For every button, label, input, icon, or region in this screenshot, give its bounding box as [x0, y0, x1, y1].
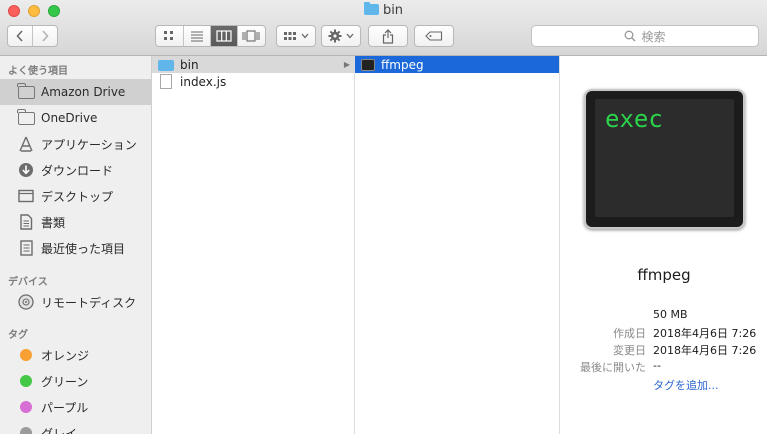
sidebar-item-tag-gray[interactable]: グレイ	[0, 420, 151, 434]
list-item-bin[interactable]: bin ▶	[152, 56, 354, 73]
orange-tag-dot-icon	[20, 349, 32, 361]
sidebar-item-onedrive[interactable]: OneDrive	[0, 105, 151, 131]
executable-icon	[361, 58, 375, 71]
documents-icon	[17, 213, 35, 231]
chevron-right-icon	[42, 30, 49, 42]
modified-value: 2018年4月6日 7:26	[653, 344, 757, 357]
tag-icon	[425, 31, 443, 41]
folder-icon	[17, 108, 35, 127]
search-icon	[625, 30, 636, 42]
sidebar-item-recents[interactable]: 最近使った項目	[0, 235, 151, 261]
arrange-icon	[284, 32, 296, 40]
sidebar-item-applications[interactable]: アプリケーション	[0, 131, 151, 157]
gray-tag-dot-icon	[20, 427, 32, 434]
chevron-down-icon	[346, 33, 354, 39]
sidebar-item-downloads[interactable]: ダウンロード	[0, 157, 151, 183]
title-bar: bin 検索	[0, 0, 767, 56]
list-item-ffmpeg[interactable]: ffmpeg	[355, 56, 559, 73]
remote-disc-icon	[17, 293, 35, 311]
chevron-down-icon	[301, 33, 309, 39]
column-view-button[interactable]	[211, 26, 238, 46]
back-button[interactable]	[8, 26, 33, 46]
green-tag-dot-icon	[20, 375, 32, 387]
add-tags-link[interactable]: タグを追加...	[653, 377, 719, 393]
tags-button[interactable]	[414, 25, 454, 47]
list-icon	[190, 31, 203, 42]
favorites-header: よく使う項目	[8, 66, 68, 77]
preview-file-name: ffmpeg	[637, 266, 691, 284]
window-title: bin	[0, 2, 767, 18]
sidebar-item-amazon-drive[interactable]: Amazon Drive	[0, 79, 151, 105]
recents-icon	[17, 239, 35, 257]
list-item-index-js[interactable]: index.js	[152, 73, 354, 90]
folder-icon	[158, 60, 174, 71]
share-icon	[382, 28, 394, 44]
list-view-button[interactable]	[184, 26, 211, 46]
column-2: ffmpeg	[355, 56, 560, 434]
purple-tag-dot-icon	[20, 401, 32, 413]
search-input[interactable]: 検索	[531, 25, 759, 47]
sidebar-item-tag-purple[interactable]: パープル	[0, 394, 151, 420]
search-placeholder: 検索	[641, 29, 666, 44]
chevron-right-icon: ▶	[343, 60, 350, 69]
executable-large-icon: exec	[584, 89, 745, 229]
document-icon	[160, 74, 172, 89]
created-label: 作成日	[613, 327, 646, 340]
view-mode-selector	[155, 25, 266, 47]
folder-icon	[17, 82, 35, 101]
tags-header: タグ	[8, 330, 28, 341]
sidebar-item-tag-green[interactable]: グリーン	[0, 368, 151, 394]
action-button[interactable]	[321, 25, 361, 47]
sidebar-item-tag-orange[interactable]: オレンジ	[0, 342, 151, 368]
columns-icon	[216, 30, 232, 42]
preview-pane: exec ffmpeg 50 MB 作成日 2018年4月6日 7:26 変更日…	[561, 56, 767, 434]
file-size: 50 MB	[653, 308, 688, 321]
share-button[interactable]	[368, 25, 408, 47]
devices-header: デバイス	[8, 277, 48, 288]
gallery-icon	[242, 30, 260, 42]
applications-icon	[17, 135, 35, 153]
forward-button[interactable]	[33, 26, 57, 46]
created-value: 2018年4月6日 7:26	[653, 327, 757, 340]
icon-view-button[interactable]	[156, 26, 184, 46]
desktop-icon	[17, 187, 35, 205]
last-opened-value: --	[653, 359, 661, 372]
sidebar: よく使う項目 Amazon Drive OneDrive アプリケーション ダウ…	[0, 56, 152, 434]
chevron-left-icon	[16, 30, 23, 42]
sidebar-item-desktop[interactable]: デスクトップ	[0, 183, 151, 209]
arrange-button[interactable]	[276, 25, 316, 47]
exec-label: exec	[605, 105, 663, 133]
column-1: bin ▶ index.js	[152, 56, 355, 434]
gallery-view-button[interactable]	[238, 26, 265, 46]
folder-icon	[363, 2, 379, 15]
gear-icon	[328, 29, 342, 43]
grid-icon	[164, 31, 174, 40]
download-icon	[17, 161, 35, 179]
last-opened-label: 最後に開いた	[580, 361, 646, 374]
sidebar-item-documents[interactable]: 書類	[0, 209, 151, 235]
sidebar-item-remote-disc[interactable]: リモートディスク	[0, 289, 151, 315]
modified-label: 変更日	[613, 344, 646, 357]
nav-buttons	[7, 25, 58, 47]
